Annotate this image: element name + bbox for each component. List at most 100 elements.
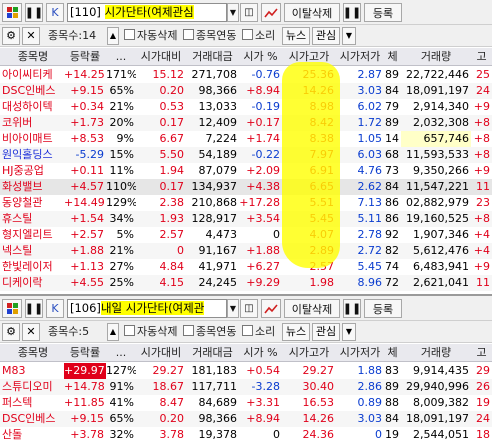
close-icon[interactable]: ✕: [22, 323, 40, 341]
column-header[interactable]: 등락률: [64, 344, 106, 362]
chevron-down-icon[interactable]: ▼: [227, 299, 239, 318]
stock-link-checkbox[interactable]: 종목연동: [183, 28, 236, 44]
sound-checkbox[interactable]: 소리: [242, 324, 275, 340]
table-row[interactable]: DSC인베스+9.1565%0.2098,366+8.9414.263.0384…: [0, 83, 492, 99]
cell-amount: 13,033: [198, 100, 238, 113]
sound-checkbox[interactable]: 소리: [242, 28, 275, 44]
table-row[interactable]: 한빛레이저+1.1327%4.8441,971+6.272.575.45746,…: [0, 259, 492, 275]
condition-type-button[interactable]: K: [46, 299, 64, 318]
cell-c: 86: [385, 196, 399, 209]
cell-lo: 3.03: [357, 84, 383, 97]
table-row[interactable]: 대성하이텍+0.3421%0.5313,033-0.198.986.02792,…: [0, 99, 492, 115]
interest-button[interactable]: 관심: [312, 27, 340, 45]
cell-c: 89: [385, 116, 399, 129]
cell-vsopen: 5.50: [159, 148, 185, 161]
interest-dropdown-icon[interactable]: ▼: [342, 323, 356, 341]
interest-button[interactable]: 관심: [312, 323, 340, 341]
column-header[interactable]: 거래량: [401, 344, 471, 362]
table-row[interactable]: 비아이매트+8.539%6.677,224+1.748.381.0514657,…: [0, 131, 492, 147]
column-header[interactable]: 거래량: [401, 48, 471, 66]
stock-count: 종목수:5: [48, 325, 90, 338]
cell-vol: 19,160,525: [406, 212, 469, 225]
table-row[interactable]: 넥스틸+1.8821%091,167+1.882.892.72825,612,4…: [0, 243, 492, 259]
table-row[interactable]: HJ중공업+0.1111%1.9487,079+2.096.914.76739,…: [0, 163, 492, 179]
cell-openpct: 0: [273, 228, 280, 241]
pause-button[interactable]: ❚❚: [25, 299, 43, 318]
column-header[interactable]: 거래대금: [186, 344, 239, 362]
table-row[interactable]: 동양철관+14.49129%2.38210,868+17.285.517.138…: [0, 195, 492, 211]
cell-c: 89: [385, 380, 399, 393]
auto-delete-checkbox[interactable]: 자동삭제: [124, 28, 177, 44]
cell-c: 73: [385, 164, 399, 177]
column-header[interactable]: 고: [471, 344, 492, 362]
cell-name: 넥스틸: [2, 244, 33, 257]
chevron-down-icon[interactable]: ▼: [227, 3, 239, 22]
chart-icon[interactable]: [261, 299, 281, 318]
column-header[interactable]: 체: [384, 344, 401, 362]
close-icon[interactable]: ✕: [22, 27, 40, 45]
expand-icon[interactable]: ◫: [240, 299, 258, 318]
column-header[interactable]: 시가고가: [282, 344, 336, 362]
cell-vsopen: 29.27: [152, 364, 185, 377]
cell-pct: 20%: [109, 116, 134, 129]
exit-delete-button[interactable]: 이탈삭제: [284, 299, 340, 318]
cell-g: 24: [476, 412, 490, 425]
column-header[interactable]: 종목명: [2, 48, 64, 66]
pause-button-2[interactable]: ❚❚: [343, 299, 361, 318]
cell-amount: 24,245: [198, 276, 238, 289]
settings-icon[interactable]: [2, 3, 22, 22]
table-row[interactable]: 아이씨티케+14.25171%15.12271,708-0.7625.362.8…: [0, 67, 492, 83]
condition-type-button[interactable]: K: [46, 3, 64, 22]
toolbar: ❚❚ K [110] 시가단타(여제관심 ▼ ◫ 이탈삭제 ❚❚ 등록: [0, 0, 492, 25]
table-row[interactable]: 스튜디오미 +14.78 91% 18.67 117,711 -3.28 30.40 2.86…: [0, 379, 492, 395]
table-row[interactable]: 코위버+1.7320%0.1712,409+0.178.421.72892,03…: [0, 115, 492, 131]
table-row[interactable]: 디케이락 +4.55 25% 4.15 24,245 +9.29 1.98 8.96 72 2,6…: [0, 275, 492, 291]
settings-icon[interactable]: [2, 299, 22, 318]
column-header[interactable]: 시가저가: [336, 344, 384, 362]
condition-title[interactable]: [110] 시가단타(여제관심: [67, 3, 227, 22]
table-row[interactable]: 화성밸브+4.57110%0.17134,937+4.386.652.62841…: [0, 179, 492, 195]
column-header[interactable]: 시가저가: [336, 48, 384, 66]
column-header[interactable]: 종목명: [2, 344, 64, 362]
column-header[interactable]: 시가대비: [136, 48, 186, 66]
column-header[interactable]: 시가 %: [239, 48, 282, 66]
exit-delete-button[interactable]: 이탈삭제: [284, 3, 340, 22]
gear-icon[interactable]: ⚙: [2, 323, 20, 341]
column-header[interactable]: ...: [106, 48, 136, 66]
count-stepper[interactable]: ▲: [107, 323, 119, 341]
news-button[interactable]: 뉴스: [282, 323, 310, 341]
cell-chg: +8.53: [70, 132, 104, 145]
interest-dropdown-icon[interactable]: ▼: [342, 27, 356, 45]
column-header[interactable]: 시가대비: [136, 344, 186, 362]
auto-delete-checkbox[interactable]: 자동삭제: [124, 324, 177, 340]
register-button[interactable]: 등록: [364, 3, 402, 22]
expand-icon[interactable]: ◫: [240, 3, 258, 22]
table-row[interactable]: 원익홀딩스-5.2915%5.5054,189-0.227.976.036811…: [0, 147, 492, 163]
chart-icon[interactable]: [261, 3, 281, 22]
column-header[interactable]: ...: [106, 344, 136, 362]
news-button[interactable]: 뉴스: [282, 27, 310, 45]
table-row[interactable]: M83 +29.97 127% 29.27 181,183 +0.54 29.27 1.88 8…: [0, 363, 492, 379]
column-header[interactable]: 체: [384, 48, 401, 66]
pause-button[interactable]: ❚❚: [25, 3, 43, 22]
table-row[interactable]: DSC인베스+9.1565%0.2098,366+8.9414.263.0384…: [0, 411, 492, 427]
cell-pct: 21%: [109, 244, 134, 257]
column-header[interactable]: 거래대금: [186, 48, 239, 66]
condition-id: [106]: [70, 301, 101, 315]
column-header[interactable]: 등락률: [64, 48, 106, 66]
column-header[interactable]: 시가 %: [239, 344, 282, 362]
stock-link-checkbox[interactable]: 종목연동: [183, 324, 236, 340]
pause-button-2[interactable]: ❚❚: [343, 3, 361, 22]
count-stepper[interactable]: ▲: [107, 27, 119, 45]
table-row[interactable]: 휴스틸+1.5434%1.93128,917+3.545.455.118619,…: [0, 211, 492, 227]
gear-icon[interactable]: ⚙: [2, 27, 20, 45]
table-row[interactable]: 산돌 +3.78 32% 3.78 19,378 0 24.36 0 19 2,544,051 18: [0, 427, 492, 443]
condition-title[interactable]: [106]내일 시가단타(여제관: [67, 299, 227, 318]
column-header[interactable]: 고: [471, 48, 492, 66]
cell-lo: 6.02: [357, 100, 383, 113]
register-button[interactable]: 등록: [364, 299, 402, 318]
table-row[interactable]: 퍼스텍 +11.85 41% 8.47 84,689 +3.31 16.53 0.89 88 8,…: [0, 395, 492, 411]
table-row[interactable]: 형지엘리트+2.575%2.574,47304.072.78921,907,34…: [0, 227, 492, 243]
cell-openpct: 0: [273, 428, 280, 441]
cell-g: +4: [473, 228, 490, 241]
